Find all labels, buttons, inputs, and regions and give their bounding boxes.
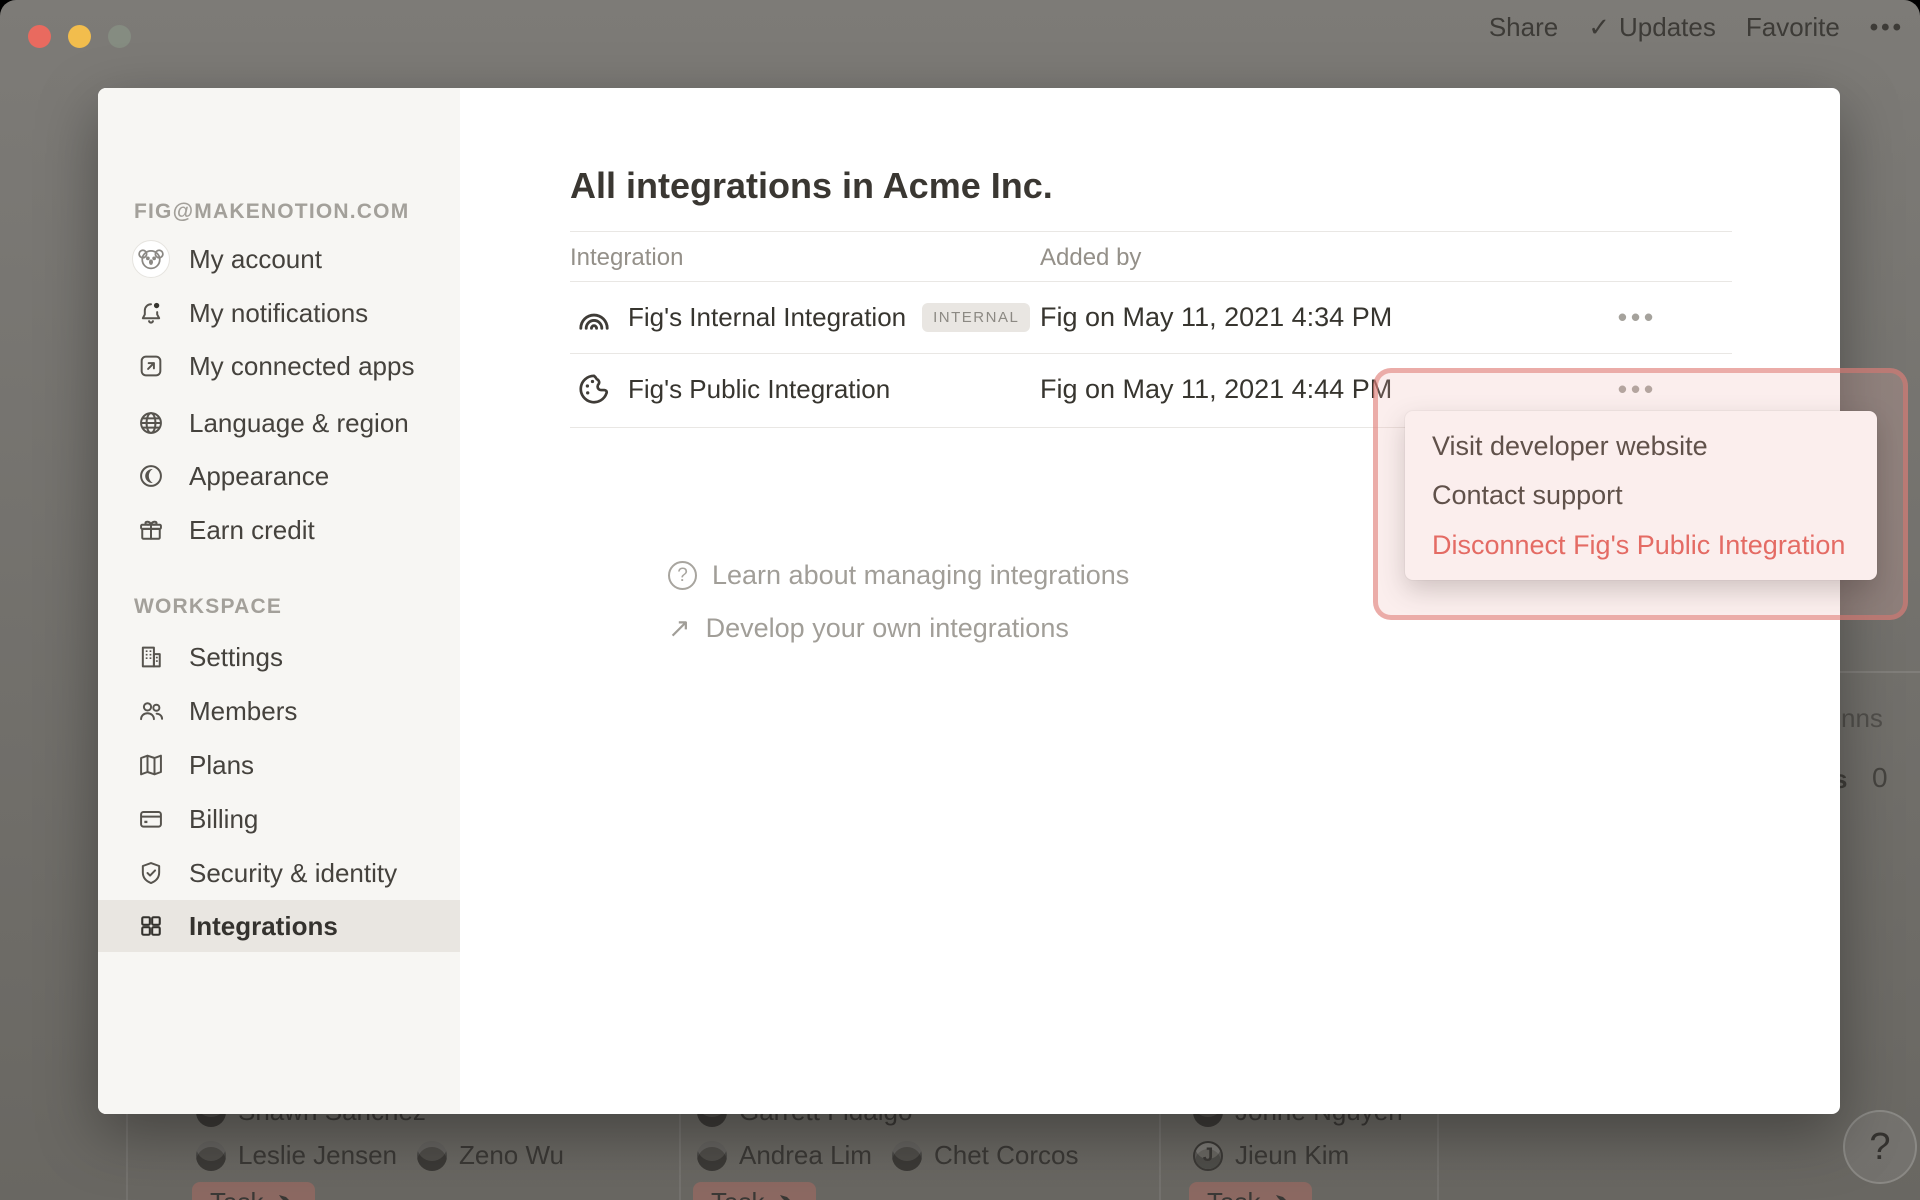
sidebar-item-label: Earn credit — [189, 515, 315, 546]
arrow-up-right-icon: ↗ — [668, 613, 691, 644]
person: Leslie Jensen — [196, 1140, 397, 1171]
menu-item-contact-support[interactable]: Contact support — [1405, 472, 1877, 518]
board-card-person-row: Leslie Jensen Zeno Wu — [196, 1140, 564, 1171]
people-icon — [132, 692, 170, 730]
clipped-text: nns — [1841, 703, 1883, 734]
person: Andrea Lim — [697, 1140, 872, 1171]
sidebar-item-settings[interactable]: Settings — [98, 631, 460, 683]
sidebar-item-my-account[interactable]: My account — [98, 233, 460, 285]
settings-modal: FIG@MAKENOTION.COM My account My notific… — [98, 88, 1840, 1114]
added-by-value: Fig on May 11, 2021 4:34 PM — [1040, 281, 1392, 353]
avatar — [892, 1141, 922, 1171]
column-header-integration: Integration — [570, 244, 683, 272]
building-icon — [132, 638, 170, 676]
help-button[interactable]: ? — [1843, 1110, 1917, 1184]
sidebar-item-appearance[interactable]: Appearance — [98, 450, 460, 502]
sidebar-item-label: My connected apps — [189, 351, 414, 382]
share-button[interactable]: Share — [1489, 12, 1558, 43]
sidebar-item-security-identity[interactable]: Security & identity — [98, 847, 460, 899]
sidebar-item-label: My notifications — [189, 298, 368, 329]
rainbow-integration-icon — [576, 299, 612, 335]
column-header-added-by: Added by — [1040, 244, 1141, 272]
arrow-up-right-box-icon — [132, 347, 170, 385]
page-topbar: Share ✓ Updates Favorite ••• — [1489, 12, 1904, 43]
sidebar-item-label: Members — [189, 696, 297, 727]
minimize-window-button[interactable] — [68, 25, 91, 48]
map-icon — [132, 746, 170, 784]
board-card-person-row: Andrea Lim Chet Corcos — [697, 1140, 1078, 1171]
person: Chet Corcos — [892, 1140, 1079, 1171]
sidebar-item-billing[interactable]: Billing — [98, 793, 460, 845]
avatar — [196, 1141, 226, 1171]
sidebar-item-label: Plans — [189, 750, 254, 781]
user-avatar-icon — [132, 240, 170, 278]
gift-icon — [132, 511, 170, 549]
hammer-icon — [774, 1190, 798, 1200]
sidebar-item-earn-credit[interactable]: Earn credit — [98, 504, 460, 556]
moon-circle-icon — [132, 457, 170, 495]
person: Zeno Wu — [417, 1140, 564, 1171]
internal-badge: INTERNAL — [922, 303, 1030, 332]
grid-icon — [132, 907, 170, 945]
menu-item-disconnect-integration[interactable]: Disconnect Fig's Public Integration — [1405, 522, 1877, 568]
account-email-heading: FIG@MAKENOTION.COM — [134, 200, 409, 224]
sidebar-item-label: My account — [189, 244, 322, 275]
hammer-icon — [273, 1190, 297, 1200]
sidebar-item-my-notifications[interactable]: My notifications — [98, 287, 460, 339]
develop-integrations-link[interactable]: ↗ Develop your own integrations — [668, 613, 1069, 644]
page-title: All integrations in Acme Inc. — [570, 165, 1053, 207]
background-divider — [1840, 671, 1920, 673]
avatar — [697, 1141, 727, 1171]
updates-button[interactable]: ✓ Updates — [1588, 12, 1716, 43]
board-card-person-row: J Jieun Kim — [1193, 1140, 1349, 1171]
workspace-heading: WORKSPACE — [134, 595, 282, 619]
sidebar-item-my-connected-apps[interactable]: My connected apps — [98, 340, 460, 392]
avatar — [417, 1141, 447, 1171]
avatar-initial: J — [1193, 1141, 1223, 1171]
zoom-window-button[interactable] — [108, 25, 131, 48]
palette-integration-icon — [576, 371, 612, 407]
shield-check-icon — [132, 854, 170, 892]
sidebar-item-label: Settings — [189, 642, 283, 673]
close-window-button[interactable] — [28, 25, 51, 48]
sidebar-item-plans[interactable]: Plans — [98, 739, 460, 791]
integration-name: Fig's Internal Integration — [628, 302, 906, 333]
learn-managing-integrations-link[interactable]: ? Learn about managing integrations — [668, 560, 1129, 591]
favorite-button[interactable]: Favorite — [1746, 12, 1840, 43]
sidebar-item-label: Appearance — [189, 461, 329, 492]
task-tag: Task — [1189, 1182, 1312, 1200]
globe-icon — [132, 404, 170, 442]
sidebar-item-language-region[interactable]: Language & region — [98, 397, 460, 449]
clipped-text: 0 — [1872, 762, 1888, 794]
divider — [570, 231, 1732, 232]
integration-name: Fig's Public Integration — [628, 374, 890, 405]
settings-sidebar: FIG@MAKENOTION.COM My account My notific… — [98, 88, 460, 1114]
sidebar-item-label: Security & identity — [189, 858, 397, 889]
more-options-button[interactable]: ••• — [1870, 14, 1904, 42]
check-icon: ✓ — [1588, 13, 1610, 43]
integration-context-menu: Visit developer website Contact support … — [1405, 411, 1877, 580]
sidebar-item-label: Billing — [189, 804, 258, 835]
bell-icon — [132, 294, 170, 332]
sidebar-item-label: Language & region — [189, 408, 409, 439]
hammer-icon — [1270, 1190, 1294, 1200]
added-by-value: Fig on May 11, 2021 4:44 PM — [1040, 353, 1392, 425]
help-circle-icon: ? — [668, 561, 697, 590]
credit-card-icon — [132, 800, 170, 838]
menu-item-visit-developer-website[interactable]: Visit developer website — [1405, 423, 1877, 469]
person: J Jieun Kim — [1193, 1140, 1349, 1171]
task-tag: Task — [693, 1182, 816, 1200]
sidebar-item-members[interactable]: Members — [98, 685, 460, 737]
app-window: Share ✓ Updates Favorite ••• Shawn Sanch… — [0, 0, 1920, 1200]
task-tag: Task — [192, 1182, 315, 1200]
sidebar-item-label: Integrations — [189, 911, 338, 942]
row-more-button[interactable]: ••• — [1600, 281, 1675, 353]
sidebar-item-integrations[interactable]: Integrations — [98, 900, 460, 952]
table-row-internal-integration: Fig's Internal Integration INTERNAL Fig … — [570, 281, 1732, 353]
